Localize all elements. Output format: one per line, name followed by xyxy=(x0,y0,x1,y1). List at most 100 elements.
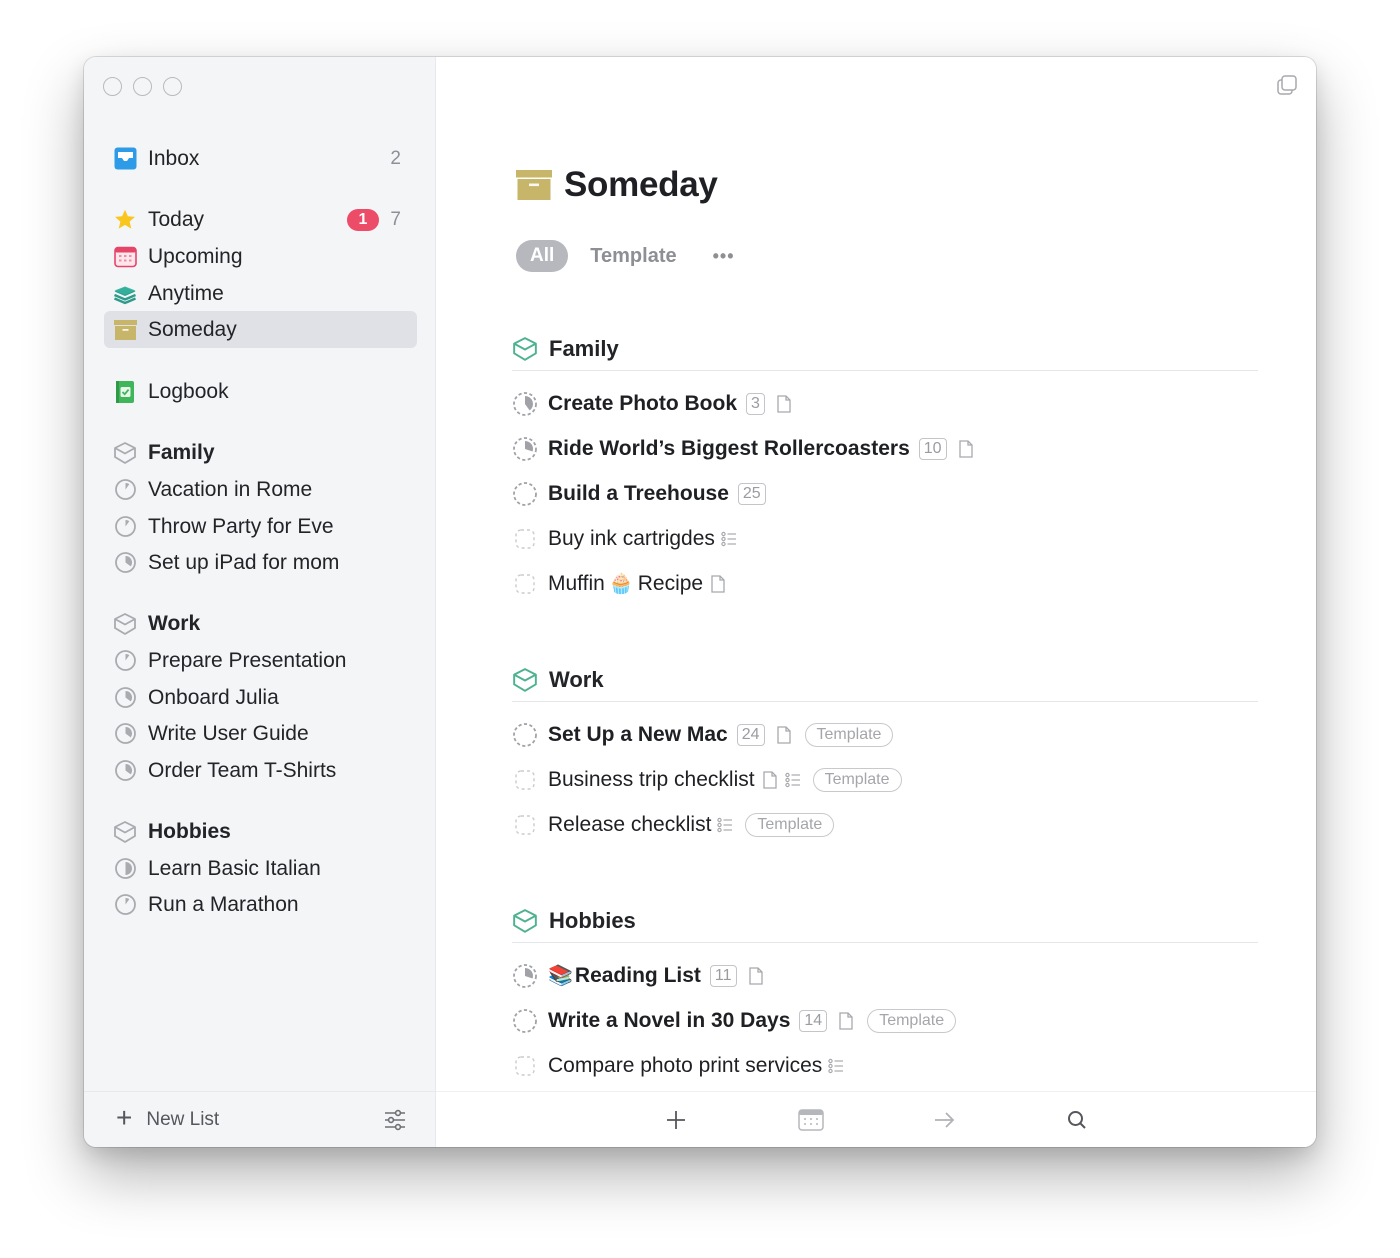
sidebar-project-onboard-julia[interactable]: Onboard Julia xyxy=(104,679,417,716)
task-row[interactable]: Business trip checklist Template xyxy=(512,757,1258,802)
project-progress-icon[interactable] xyxy=(512,436,538,462)
section-title: Hobbies xyxy=(549,907,636,933)
task-checkbox[interactable] xyxy=(512,571,538,597)
plus-icon[interactable] xyxy=(664,1108,688,1132)
task-row[interactable]: Compare photo print services xyxy=(512,1043,1258,1088)
sidebar-item-label: Hobbies xyxy=(148,819,231,843)
sidebar-item-label: Order Team T-Shirts xyxy=(148,758,337,782)
task-checkbox[interactable] xyxy=(512,812,538,838)
sidebar-project-order-team-t-shirts[interactable]: Order Team T-Shirts xyxy=(104,752,417,789)
filter-all-tag[interactable]: All xyxy=(516,240,569,272)
project-row[interactable]: Ride World’s Biggest Rollercoasters 10 xyxy=(512,426,1258,471)
sidebar-area-family[interactable]: Family xyxy=(104,434,417,471)
task-row[interactable]: Release checklist Template xyxy=(512,802,1258,847)
close-window-button[interactable] xyxy=(103,77,122,96)
sidebar-item-anytime[interactable]: Anytime xyxy=(104,275,417,312)
task-name: Write a Novel in 30 Days xyxy=(548,1008,791,1032)
sidebar-item-logbook[interactable]: Logbook xyxy=(104,373,417,410)
sidebar-item-label: Work xyxy=(148,611,201,635)
note-icon xyxy=(762,770,779,789)
area-cube-icon xyxy=(113,441,137,465)
project-row[interactable]: Write a Novel in 30 Days 14 Template xyxy=(512,998,1258,1043)
project-progress-icon[interactable] xyxy=(512,481,538,507)
section-header[interactable]: Hobbies xyxy=(512,905,1258,943)
archive-box-icon xyxy=(516,170,552,200)
sidebar-item-inbox[interactable]: Inbox 2 xyxy=(104,140,417,177)
task-title[interactable]: Write a Novel in 30 Days xyxy=(548,1009,790,1033)
sidebar-project-vacation-in-rome[interactable]: Vacation in Rome xyxy=(104,471,417,508)
project-progress-icon[interactable] xyxy=(512,963,538,989)
task-row[interactable]: Buy ink cartrigdes xyxy=(512,516,1258,561)
task-title[interactable]: Ride World’s Biggest Rollercoasters xyxy=(548,437,910,461)
remaining-count: 11 xyxy=(709,964,737,987)
template-tag[interactable]: Template xyxy=(804,722,894,747)
sidebar-item-someday[interactable]: Someday xyxy=(104,311,417,348)
project-progress-icon xyxy=(113,551,137,575)
checklist-icon xyxy=(784,772,801,788)
sidebar-project-write-user-guide[interactable]: Write User Guide xyxy=(104,715,417,752)
arrow-right-icon[interactable] xyxy=(932,1108,956,1132)
archive-box-icon xyxy=(113,318,137,342)
sidebar-project-run-a-marathon[interactable]: Run a Marathon xyxy=(104,886,417,923)
star-icon xyxy=(113,208,137,232)
section-header[interactable]: Work xyxy=(512,664,1258,702)
project-progress-icon[interactable] xyxy=(512,1008,538,1034)
project-row[interactable]: 📚Reading List 11 xyxy=(512,953,1258,998)
task-title[interactable]: Set Up a New Mac xyxy=(548,723,728,747)
new-list-button[interactable]: + New List xyxy=(116,1104,219,1132)
more-tags-button[interactable]: ••• xyxy=(713,246,735,267)
sidebar-item-label: Logbook xyxy=(148,379,229,403)
sidebar-item-label: Learn Basic Italian xyxy=(148,856,321,880)
task-row[interactable]: Muffin 🧁 Recipe xyxy=(512,561,1258,606)
duplicate-window-icon[interactable] xyxy=(1276,74,1298,96)
project-progress-icon[interactable] xyxy=(512,722,538,748)
remaining-count: 14 xyxy=(799,1009,828,1032)
checklist-icon xyxy=(721,531,737,547)
task-title[interactable]: 📚Reading List xyxy=(548,963,701,988)
task-title[interactable]: Muffin 🧁 Recipe xyxy=(548,571,703,596)
sidebar-area-hobbies[interactable]: Hobbies xyxy=(104,813,417,850)
section-header[interactable]: Family xyxy=(512,333,1258,371)
project-row[interactable]: Set Up a New Mac 24 Template xyxy=(512,712,1258,757)
zoom-window-button[interactable] xyxy=(163,77,182,96)
calendar-icon[interactable] xyxy=(798,1108,824,1132)
task-checkbox[interactable] xyxy=(512,767,538,793)
template-tag[interactable]: Template xyxy=(812,767,902,792)
bottom-toolbar xyxy=(436,1091,1316,1147)
project-row[interactable]: Create Photo Book 3 xyxy=(512,381,1258,426)
task-name: Buy ink cartrigdes xyxy=(548,526,715,550)
sidebar-project-learn-basic-italian[interactable]: Learn Basic Italian xyxy=(104,850,417,887)
sidebar-project-prepare-presentation[interactable]: Prepare Presentation xyxy=(104,642,417,679)
filter-template-tag[interactable]: Template xyxy=(590,245,676,268)
filter-bar: All Template ••• xyxy=(516,240,735,272)
sidebar-project-set-up-ipad-for-mom[interactable]: Set up iPad for mom xyxy=(104,544,417,581)
sidebar-project-throw-party-for-eve[interactable]: Throw Party for Eve xyxy=(104,508,417,545)
task-title[interactable]: Release checklist xyxy=(548,813,711,837)
task-name-suffix: Recipe xyxy=(637,572,704,595)
task-title[interactable]: Buy ink cartrigdes xyxy=(548,527,715,551)
task-title[interactable]: Compare photo print services xyxy=(548,1054,822,1078)
traffic-lights xyxy=(103,77,182,96)
task-name: Business trip checklist xyxy=(548,767,755,791)
task-title[interactable]: Create Photo Book xyxy=(548,392,737,416)
task-checkbox[interactable] xyxy=(512,526,538,552)
template-tag[interactable]: Template xyxy=(745,812,835,837)
template-tag[interactable]: Template xyxy=(867,1008,957,1033)
project-row[interactable]: Build a Treehouse 25 xyxy=(512,471,1258,516)
sidebar-item-today[interactable]: Today 1 7 xyxy=(104,201,417,238)
sidebar-area-work[interactable]: Work xyxy=(104,605,417,642)
task-checkbox[interactable] xyxy=(512,1053,538,1079)
sliders-icon[interactable] xyxy=(383,1108,407,1132)
sidebar-item-label: Anytime xyxy=(148,281,224,305)
sidebar-item-label: Onboard Julia xyxy=(148,685,279,709)
area-cube-icon xyxy=(113,820,137,844)
project-progress-icon[interactable] xyxy=(512,391,538,417)
checklist-icon xyxy=(717,817,733,833)
search-icon[interactable] xyxy=(1065,1108,1089,1132)
task-title[interactable]: Business trip checklist xyxy=(548,768,755,792)
page-title: Someday xyxy=(564,165,718,204)
sidebar-item-upcoming[interactable]: Upcoming xyxy=(104,238,417,275)
minimize-window-button[interactable] xyxy=(133,77,152,96)
task-title[interactable]: Build a Treehouse xyxy=(548,482,729,506)
sidebar-item-label: Vacation in Rome xyxy=(148,477,313,501)
